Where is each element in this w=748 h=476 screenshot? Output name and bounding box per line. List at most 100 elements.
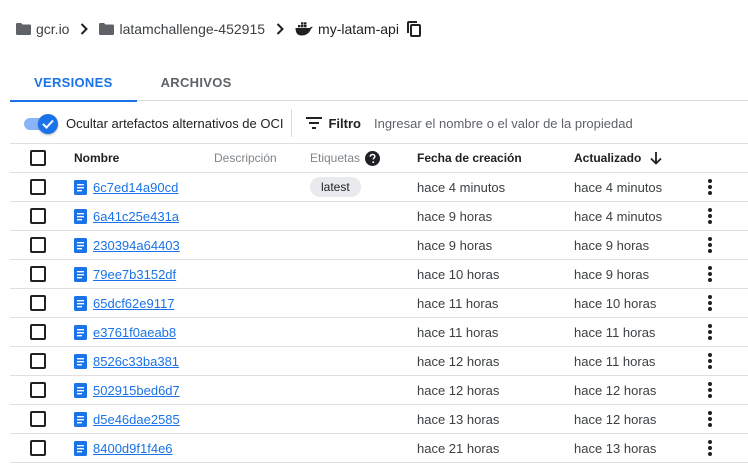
updated-cell: hace 4 minutos (574, 208, 663, 224)
row-menu-cell (702, 376, 718, 404)
page-title: my-latam-api (318, 21, 399, 37)
version-link[interactable]: 502915bed6d7 (93, 383, 180, 398)
version-link[interactable]: 65dcf62e9117 (93, 296, 174, 311)
created-cell: hace 21 horas (417, 440, 500, 456)
table-row[interactable]: 6a41c25e431a hace 9 horas hace 4 minutos (10, 202, 748, 231)
copy-icon[interactable] (406, 21, 421, 37)
docker-icon (295, 22, 313, 36)
filter-input[interactable] (373, 115, 704, 131)
row-checkbox[interactable] (30, 353, 46, 369)
breadcrumb-label: gcr.io (36, 21, 70, 37)
row-select-cell (30, 347, 46, 375)
tags-cell: latest (310, 173, 361, 201)
column-header-updated-label: Actualizado (574, 151, 642, 165)
more-vert-icon[interactable] (708, 324, 712, 340)
more-vert-icon[interactable] (708, 179, 712, 195)
row-menu-cell (702, 231, 718, 259)
more-vert-icon[interactable] (708, 237, 712, 253)
document-icon (74, 411, 87, 427)
version-link[interactable]: 8400d9f1f4e6 (93, 441, 173, 456)
more-vert-icon[interactable] (708, 266, 712, 282)
breadcrumb-item-gcr[interactable]: gcr.io (16, 21, 69, 37)
name-cell: 6c7ed14a90cd (74, 173, 178, 201)
column-header-created[interactable]: Fecha de creación (417, 144, 522, 172)
more-vert-icon[interactable] (708, 382, 712, 398)
arrow-down-icon[interactable] (649, 151, 663, 165)
version-link[interactable]: e3761f0aeab8 (93, 325, 176, 340)
table-row[interactable]: 8400d9f1f4e6 hace 21 horas hace 13 horas (10, 434, 748, 463)
help-icon[interactable] (365, 150, 381, 166)
tab-versiones[interactable]: VERSIONES (10, 63, 137, 102)
name-cell: d5e46dae2585 (74, 405, 180, 433)
row-select-cell (30, 231, 46, 259)
column-header-name[interactable]: Nombre (74, 144, 119, 172)
table-row[interactable]: e3761f0aeab8 hace 11 horas hace 11 horas (10, 318, 748, 347)
row-checkbox[interactable] (30, 324, 46, 340)
table-body: 6c7ed14a90cd latest hace 4 minutos hace … (10, 173, 748, 463)
row-checkbox[interactable] (30, 266, 46, 282)
tab-archivos[interactable]: ARCHIVOS (137, 63, 256, 101)
row-menu-cell (702, 202, 718, 230)
more-vert-icon[interactable] (708, 440, 712, 456)
version-link[interactable]: d5e46dae2585 (93, 412, 180, 427)
row-checkbox[interactable] (30, 411, 46, 427)
row-checkbox[interactable] (30, 179, 46, 195)
toggle-thumb (38, 114, 58, 134)
more-vert-icon[interactable] (708, 353, 712, 369)
oci-toggle[interactable] (22, 114, 58, 134)
check-icon (42, 119, 54, 129)
breadcrumb-item-project[interactable]: latamchallenge-452915 (99, 21, 265, 37)
row-checkbox[interactable] (30, 295, 46, 311)
updated-cell: hace 13 horas (574, 440, 657, 456)
filter-label[interactable]: Filtro (328, 116, 361, 131)
more-vert-icon[interactable] (708, 208, 712, 224)
row-checkbox[interactable] (30, 382, 46, 398)
row-select-cell (30, 434, 46, 462)
version-link[interactable]: 8526c33ba381 (93, 354, 179, 369)
name-cell: 79ee7b3152df (74, 260, 176, 288)
toggle-label: Ocultar artefactos alternativos de OCI (66, 115, 284, 131)
name-cell: 502915bed6d7 (74, 376, 180, 404)
document-icon (74, 382, 87, 398)
row-menu-cell (702, 260, 718, 288)
created-cell: hace 11 horas (417, 324, 499, 340)
chevron-right-icon (75, 17, 93, 41)
more-vert-icon[interactable] (708, 411, 712, 427)
column-header-description: Descripción (214, 151, 277, 165)
table-row[interactable]: 8526c33ba381 hace 12 horas hace 11 horas (10, 347, 748, 376)
version-link[interactable]: 6a41c25e431a (93, 209, 179, 224)
row-menu-cell (702, 173, 718, 201)
version-link[interactable]: 6c7ed14a90cd (93, 180, 178, 195)
table-row[interactable]: 230394a64403 hace 9 horas hace 9 horas (10, 231, 748, 260)
divider (291, 109, 293, 137)
table-row[interactable]: 6c7ed14a90cd latest hace 4 minutos hace … (10, 173, 748, 202)
document-icon (74, 324, 87, 340)
version-link[interactable]: 79ee7b3152df (93, 267, 176, 282)
column-header-updated[interactable]: Actualizado (574, 144, 663, 172)
select-all-checkbox[interactable] (30, 150, 46, 166)
row-checkbox[interactable] (30, 237, 46, 253)
row-select-cell (30, 318, 46, 346)
table-row[interactable]: 79ee7b3152df hace 10 horas hace 9 horas (10, 260, 748, 289)
tag-chip[interactable]: latest (310, 177, 361, 197)
more-vert-icon[interactable] (708, 295, 712, 311)
updated-cell: hace 12 horas (574, 382, 657, 398)
table-row[interactable]: d5e46dae2585 hace 13 horas hace 12 horas (10, 405, 748, 434)
row-checkbox[interactable] (30, 208, 46, 224)
row-select-cell (30, 173, 46, 201)
created-cell: hace 9 horas (417, 208, 493, 224)
updated-cell: hace 11 horas (574, 353, 656, 369)
name-cell: 65dcf62e9117 (74, 289, 174, 317)
updated-cell: hace 9 horas (574, 237, 650, 253)
table-row[interactable]: 65dcf62e9117 hace 11 horas hace 10 horas (10, 289, 748, 318)
document-icon (74, 208, 87, 224)
table-row[interactable]: 502915bed6d7 hace 12 horas hace 12 horas (10, 376, 748, 405)
name-cell: 6a41c25e431a (74, 202, 179, 230)
version-link[interactable]: 230394a64403 (93, 238, 180, 253)
row-checkbox[interactable] (30, 440, 46, 456)
versions-table: Nombre Descripción Etiquetas Fecha de cr… (10, 143, 748, 463)
document-icon (74, 266, 87, 282)
created-cell: hace 11 horas (417, 295, 499, 311)
filter-icon[interactable] (306, 116, 323, 130)
breadcrumb-item-image: my-latam-api (295, 21, 399, 37)
